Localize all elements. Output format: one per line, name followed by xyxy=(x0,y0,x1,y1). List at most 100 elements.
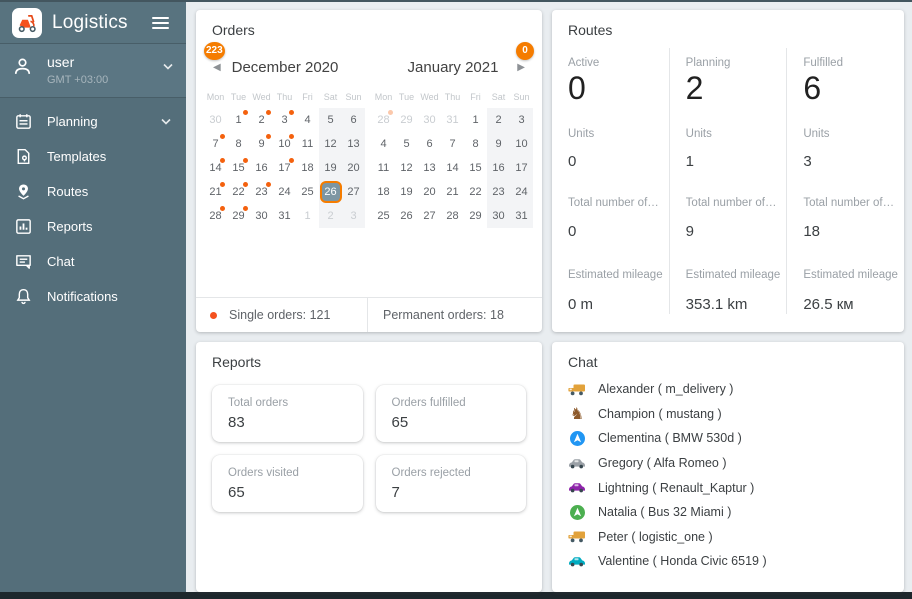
chat-contact[interactable]: Valentine ( Honda Civic 6519 ) xyxy=(568,549,888,574)
calendar-day[interactable]: 26 xyxy=(395,204,418,228)
order-dot-icon xyxy=(220,134,225,139)
calendar-day[interactable]: 14 xyxy=(204,156,227,180)
calendar-day[interactable]: 2 xyxy=(319,204,342,228)
calendar-day[interactable]: 16 xyxy=(487,156,510,180)
calendar-day[interactable]: 5 xyxy=(395,132,418,156)
report-stat-value: 7 xyxy=(391,484,400,501)
car-icon xyxy=(568,556,586,567)
calendar-day[interactable]: 18 xyxy=(296,156,319,180)
calendar-day[interactable]: 13 xyxy=(342,132,365,156)
calendar-day[interactable]: 1 xyxy=(464,108,487,132)
sidebar-item-notifications[interactable]: Notifications xyxy=(0,279,186,314)
calendar-day[interactable]: 29 xyxy=(464,204,487,228)
sidebar-item-chat[interactable]: Chat xyxy=(0,244,186,279)
sidebar-item-reports[interactable]: Reports xyxy=(0,209,186,244)
calendar-day[interactable]: 13 xyxy=(418,156,441,180)
chat-contact[interactable]: Lightning ( Renault_Kaptur ) xyxy=(568,475,888,500)
calendar-day[interactable]: 9 xyxy=(250,132,273,156)
calendar-day[interactable]: 29 xyxy=(227,204,250,228)
calendar-day[interactable]: 7 xyxy=(441,132,464,156)
calendar-day[interactable]: 2 xyxy=(487,108,510,132)
calendar-day[interactable]: 3 xyxy=(510,108,533,132)
calendar-day[interactable]: 3 xyxy=(342,204,365,228)
calendar-day[interactable]: 28 xyxy=(372,108,395,132)
calendar-day[interactable]: 23 xyxy=(250,180,273,204)
user-menu[interactable]: user GMT +03:00 xyxy=(0,44,186,98)
mileage-label: Estimated mileage xyxy=(685,268,781,281)
calendar-day[interactable]: 4 xyxy=(372,132,395,156)
calendar-day[interactable]: 15 xyxy=(227,156,250,180)
report-stat-card: Total orders 83 xyxy=(212,385,363,442)
total-orders-label: Total number of or… xyxy=(685,196,778,209)
calendar-day-selected[interactable]: 26 xyxy=(319,180,342,204)
calendar-day[interactable]: 24 xyxy=(510,180,533,204)
calendar-day[interactable]: 17 xyxy=(510,156,533,180)
calendar-day[interactable]: 11 xyxy=(296,132,319,156)
chat-contact[interactable]: Alexander ( m_delivery ) xyxy=(568,377,888,402)
calendar-day[interactable]: 20 xyxy=(342,156,365,180)
calendar-day[interactable]: 14 xyxy=(441,156,464,180)
calendar-day[interactable]: 30 xyxy=(204,108,227,132)
calendar-day[interactable]: 19 xyxy=(395,180,418,204)
chat-contact[interactable]: Clementina ( BMW 530d ) xyxy=(568,426,888,451)
calendar-day[interactable]: 30 xyxy=(418,108,441,132)
calendar-day[interactable]: 12 xyxy=(319,132,342,156)
calendar-day[interactable]: 20 xyxy=(418,180,441,204)
calendar-day[interactable]: 22 xyxy=(227,180,250,204)
calendar-day[interactable]: 25 xyxy=(296,180,319,204)
chat-contact[interactable]: ♞ Champion ( mustang ) xyxy=(568,402,888,427)
sidebar-item-templates[interactable]: Templates xyxy=(0,139,186,174)
next-month-arrow[interactable]: ▶ xyxy=(517,63,525,73)
prev-month-arrow[interactable]: ◀ xyxy=(213,63,221,73)
chat-contact[interactable]: Peter ( logistic_one ) xyxy=(568,525,888,550)
order-dot-icon xyxy=(220,158,225,163)
calendar-day[interactable]: 25 xyxy=(372,204,395,228)
calendar-day[interactable]: 31 xyxy=(273,204,296,228)
calendar-day[interactable]: 10 xyxy=(273,132,296,156)
weekday-label: Wed xyxy=(420,92,439,102)
calendar-day[interactable]: 5 xyxy=(319,108,342,132)
calendar-day[interactable]: 27 xyxy=(418,204,441,228)
calendar-day[interactable]: 30 xyxy=(487,204,510,228)
calendar-day[interactable]: 6 xyxy=(418,132,441,156)
units-label: Units xyxy=(685,127,712,140)
calendar-day[interactable]: 21 xyxy=(441,180,464,204)
hamburger-menu-icon[interactable] xyxy=(151,14,170,32)
calendar-day[interactable]: 11 xyxy=(372,156,395,180)
calendar-day[interactable]: 21 xyxy=(204,180,227,204)
calendar-day[interactable]: 7 xyxy=(204,132,227,156)
chat-contact[interactable]: Gregory ( Alfa Romeo ) xyxy=(568,451,888,476)
calendar-day[interactable]: 28 xyxy=(441,204,464,228)
sidebar-item-planning[interactable]: Planning xyxy=(0,104,186,139)
calendar-day[interactable]: 2 xyxy=(250,108,273,132)
calendar-day[interactable]: 24 xyxy=(273,180,296,204)
calendar-day[interactable]: 23 xyxy=(487,180,510,204)
calendar-day[interactable]: 12 xyxy=(395,156,418,180)
calendar-day[interactable]: 10 xyxy=(510,132,533,156)
calendar-day[interactable]: 8 xyxy=(227,132,250,156)
calendar-day[interactable]: 17 xyxy=(273,156,296,180)
calendar-day[interactable]: 6 xyxy=(342,108,365,132)
calendar-day[interactable]: 19 xyxy=(319,156,342,180)
calendar-day[interactable]: 15 xyxy=(464,156,487,180)
calendar-day[interactable]: 16 xyxy=(250,156,273,180)
calendar-day[interactable]: 18 xyxy=(372,180,395,204)
sidebar-item-label: Chat xyxy=(47,254,75,269)
sidebar-item-routes[interactable]: Routes xyxy=(0,174,186,209)
calendar-day[interactable]: 8 xyxy=(464,132,487,156)
month-title: January 2021 xyxy=(407,59,499,76)
calendar-day[interactable]: 1 xyxy=(296,204,319,228)
calendar-day[interactable]: 27 xyxy=(342,180,365,204)
calendar-day[interactable]: 29 xyxy=(395,108,418,132)
weekday-label: Sun xyxy=(345,92,362,102)
calendar-day[interactable]: 31 xyxy=(441,108,464,132)
calendar-day[interactable]: 30 xyxy=(250,204,273,228)
calendar-day[interactable]: 28 xyxy=(204,204,227,228)
calendar-day[interactable]: 22 xyxy=(464,180,487,204)
calendar-day[interactable]: 9 xyxy=(487,132,510,156)
calendar-day[interactable]: 3 xyxy=(273,108,296,132)
calendar-day[interactable]: 31 xyxy=(510,204,533,228)
chat-contact[interactable]: Natalia ( Bus 32 Miami ) xyxy=(568,500,888,525)
calendar-day[interactable]: 1 xyxy=(227,108,250,132)
calendar-day[interactable]: 4 xyxy=(296,108,319,132)
